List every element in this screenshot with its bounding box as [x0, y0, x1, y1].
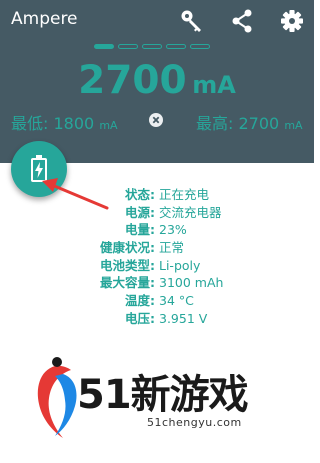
info-row-battery-type: 电池类型: Li-poly [0, 257, 314, 275]
info-value: 3.951 V [159, 310, 208, 326]
watermark-url: 51chengyu.com [147, 416, 242, 429]
info-value: 23% [159, 222, 187, 238]
battery-info-list: 状态: 正在充电 电源: 交流充电器 电量: 23% 健康状况: 正常 电池类型… [0, 186, 314, 328]
info-row-temperature: 温度: 34 °C [0, 292, 314, 310]
info-label: 电池类型: [100, 257, 155, 273]
info-row-max-capacity: 最大容量: 3100 mAh [0, 274, 314, 292]
watermark: 51新游戏 51chengyu.com [33, 342, 291, 442]
info-row-health: 健康状况: 正常 [0, 239, 314, 257]
info-value: 交流充电器 [159, 204, 222, 220]
info-label: 电压: [125, 310, 155, 326]
info-label: 健康状况: [100, 240, 155, 256]
watermark-logo-icon [37, 357, 77, 438]
info-label: 温度: [125, 293, 155, 309]
info-label: 状态: [125, 187, 155, 202]
info-row-status: 状态: 正在充电 [0, 186, 314, 204]
info-value: 正常 [159, 240, 185, 256]
info-value: Li-poly [159, 257, 201, 273]
info-value: 34 °C [159, 293, 194, 309]
info-row-level: 电量: 23% [0, 221, 314, 239]
info-row-power-source: 电源: 交流充电器 [0, 204, 314, 222]
watermark-brand: 51新游戏 [77, 372, 249, 418]
info-label: 电量: [125, 222, 155, 238]
info-label: 电源: [125, 204, 155, 220]
info-value: 3100 mAh [159, 275, 224, 291]
info-row-voltage: 电压: 3.951 V [0, 310, 314, 328]
info-label: 最大容量: [100, 275, 155, 291]
info-value: 正在充电 [159, 187, 210, 202]
